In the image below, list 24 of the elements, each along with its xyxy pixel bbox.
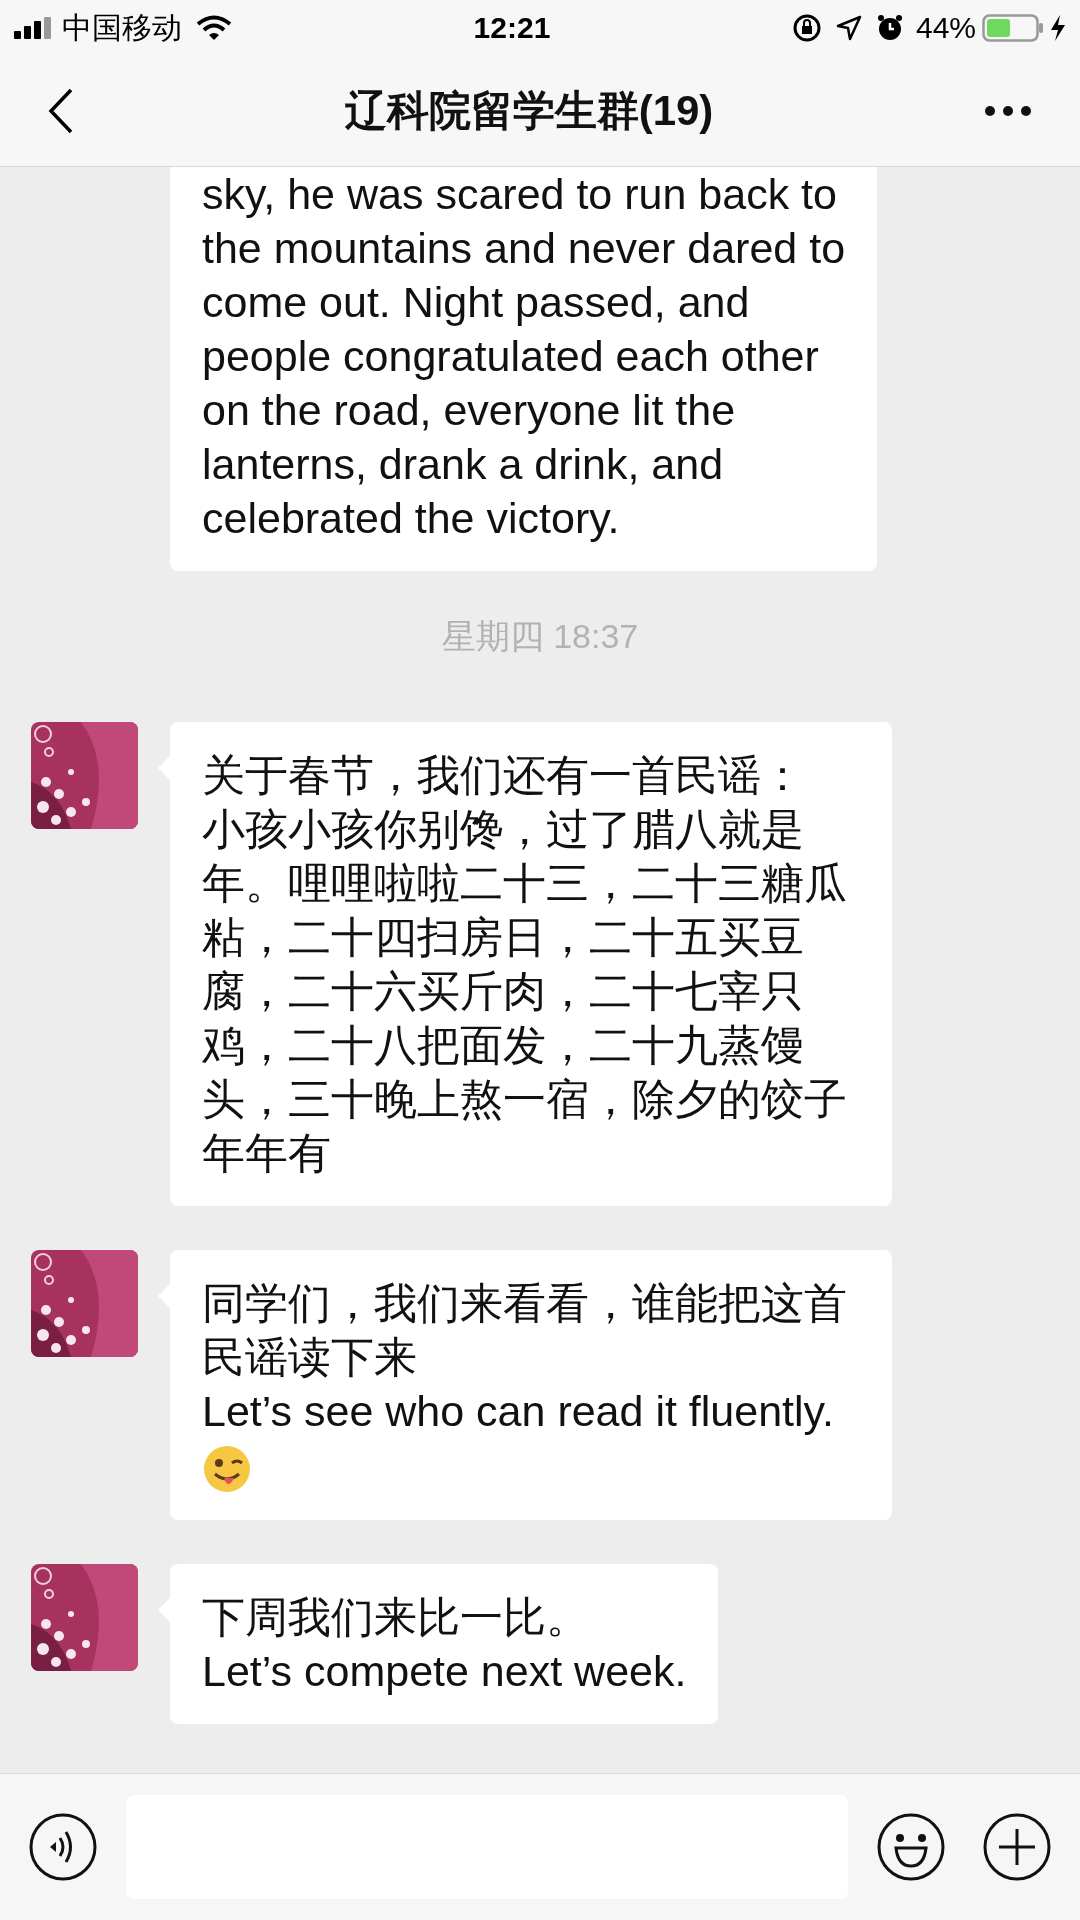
charging-bolt-icon xyxy=(1050,14,1066,41)
battery-percent: 44% xyxy=(915,10,976,46)
emoji-icon[interactable] xyxy=(876,1812,946,1882)
message-text: Let’s compete next week. xyxy=(202,1646,687,1697)
chat-title: 辽科院留学生群(19) xyxy=(344,86,714,136)
add-icon[interactable] xyxy=(982,1812,1052,1882)
carrier-name: 中国移动 xyxy=(62,10,182,46)
alarm-clock-icon xyxy=(875,13,904,42)
message-text: 关于春节，我们还有一首民谣： xyxy=(202,750,804,801)
message-text: 下周我们来比一比。 xyxy=(202,1592,589,1643)
signal-icon xyxy=(14,16,54,39)
message-text: sky, he was scared to run back to the mountains and never dared to come out. Night passed, and people congratulated each other on the road, everyone lit the lanterns, drank a drink, and celebrated the victory. xyxy=(202,169,846,544)
message-text: 同学们，我们来看看，谁能把这首民谣读下来 xyxy=(202,1278,848,1383)
location-arrow-icon xyxy=(835,14,862,41)
message-text: Let’s see who can read it fluently. xyxy=(202,1386,834,1437)
orientation-lock-icon xyxy=(791,12,822,43)
clock-time: 12:21 xyxy=(473,10,551,46)
voice-icon[interactable] xyxy=(28,1812,98,1882)
timestamp: 星期四 18:37 xyxy=(441,616,639,657)
wifi-icon xyxy=(196,14,232,41)
message-text: 小孩小孩你别馋，过了腊八就是年。哩哩啦啦二十三，二十三糖瓜粘，二十四扫房日，二十五买豆腐，二十六买斤肉，二十七宰只鸡，二十八把面发，二十九蒸馒头，三十晚上熬一宿，除夕的饺子年年有 xyxy=(202,804,848,1179)
more-icon[interactable] xyxy=(984,104,1032,117)
battery-icon xyxy=(982,13,1044,42)
back-icon[interactable] xyxy=(48,87,74,134)
